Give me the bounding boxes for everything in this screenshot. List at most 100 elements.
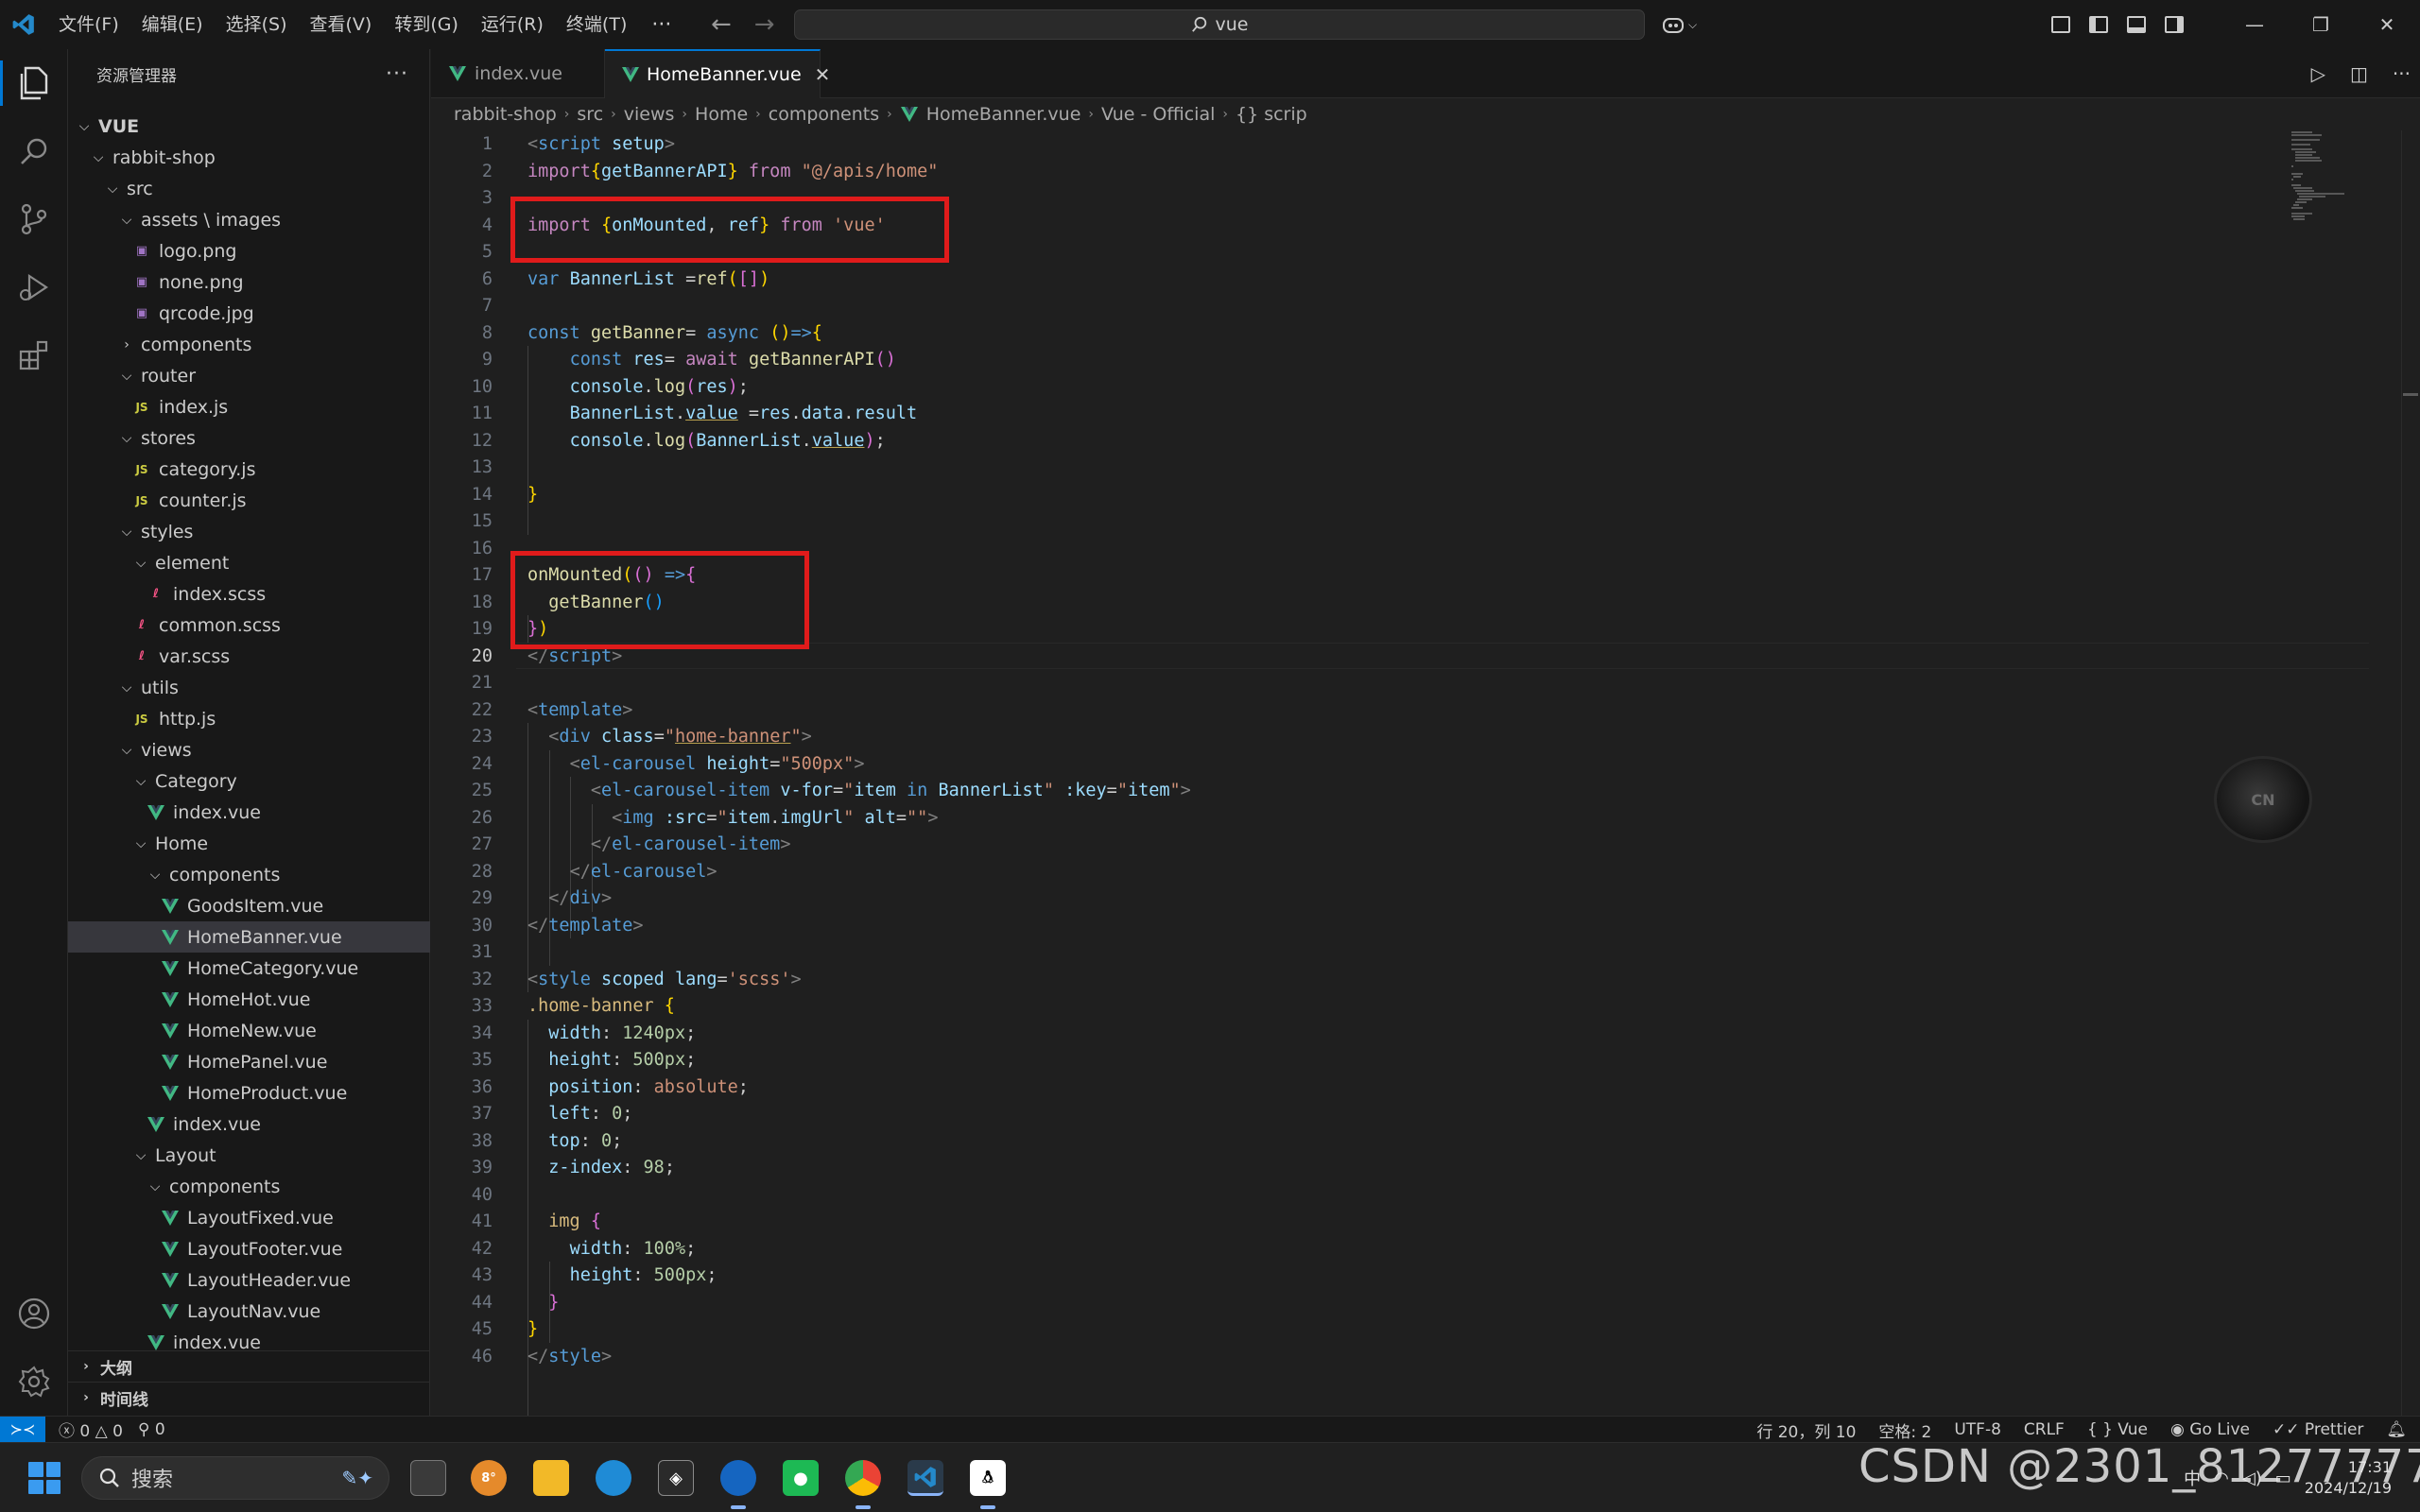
tree-folder[interactable]: ⌵ rabbit-shop [68,142,430,173]
menu-item[interactable]: 编辑(E) [130,8,215,42]
prettier-status[interactable]: ✓✓ Prettier [2273,1420,2363,1439]
file-explorer-icon[interactable] [533,1460,569,1496]
edge-browser-icon[interactable] [596,1460,631,1496]
breadcrumb-item[interactable]: Vue - Official [1101,104,1215,125]
tree-folder[interactable]: ⌵ utils [68,672,430,703]
tree-folder[interactable]: ⌵ Home [68,828,430,859]
forward-arrow-icon[interactable]: → [754,10,775,39]
tree-file[interactable]: ℓ index.scss [68,578,430,610]
outline-section[interactable]: › 大纲 [68,1350,430,1382]
tree-folder[interactable]: ⌵ Category [68,765,430,797]
tree-file[interactable]: HomeProduct.vue [68,1077,430,1108]
task-view-icon[interactable] [410,1460,446,1496]
more-actions-button[interactable]: ··· [386,62,408,86]
tree-folder[interactable]: ⌵ views [68,734,430,765]
remote-indicator-icon[interactable]: ≻≺ [0,1416,45,1443]
chat-app-icon[interactable]: ● [783,1460,819,1496]
tree-file[interactable]: index.vue [68,1108,430,1140]
back-arrow-icon[interactable]: ← [711,10,732,39]
qq-icon[interactable]: 🐧︎ [970,1460,1006,1496]
tree-file[interactable]: ▣ none.png [68,266,430,298]
indentation[interactable]: 空格: 2 [1878,1418,1931,1442]
tree-file[interactable]: LayoutFooter.vue [68,1233,430,1264]
run-icon[interactable]: ▷ [2311,62,2325,85]
menu-item[interactable]: 运行(R) [470,8,555,42]
breadcrumb-item[interactable]: components [769,104,879,125]
tree-file[interactable]: LayoutFixed.vue [68,1202,430,1233]
tree-file[interactable]: HomeCategory.vue [68,953,430,984]
line-ending[interactable]: CRLF [2024,1420,2065,1439]
source-control-icon[interactable] [0,185,68,253]
tree-folder[interactable]: ⌵ element [68,547,430,578]
tree-file[interactable]: ▣ logo.png [68,235,430,266]
problems-indicator[interactable]: ⓧ 0 △ 0 [59,1418,123,1441]
toggle-panel-icon[interactable] [2127,16,2146,33]
tree-file[interactable]: JS counter.js [68,485,430,516]
breadcrumb-item[interactable]: rabbit-shop [454,104,557,125]
tree-file[interactable]: HomeHot.vue [68,984,430,1015]
tree-file[interactable]: ℓ common.scss [68,610,430,641]
ports-indicator[interactable]: ⚲ 0 [138,1420,165,1439]
language-mode[interactable]: { } Vue [2087,1420,2148,1439]
windows-start-icon[interactable] [28,1462,60,1494]
timeline-section[interactable]: › 时间线 [68,1382,430,1413]
tree-file[interactable]: HomeNew.vue [68,1015,430,1046]
tree-folder[interactable]: ⌵ assets \ images [68,204,430,235]
menu-item[interactable]: 选择(S) [215,8,299,42]
breadcrumb-item[interactable]: {} scrip [1236,104,1307,125]
customize-layout-icon[interactable] [2051,16,2070,33]
breadcrumb-item[interactable]: HomeBanner.vue [926,104,1081,125]
copilot-button[interactable]: ⌵ [1662,9,1697,40]
breadcrumb-item[interactable]: Home [695,104,748,125]
minimize-button[interactable]: — [2221,0,2288,49]
search-icon[interactable] [0,117,68,185]
tree-file[interactable]: JS http.js [68,703,430,734]
encoding[interactable]: UTF-8 [1954,1420,2001,1439]
breadcrumb-item[interactable]: views [624,104,675,125]
tab-homebanner-vue[interactable]: HomeBanner.vue ✕ [605,49,830,98]
edge-dev-icon[interactable] [720,1460,756,1496]
run-debug-icon[interactable] [0,253,68,321]
vscode-taskbar-icon[interactable] [908,1460,943,1496]
close-tab-icon[interactable]: ✕ [815,63,831,86]
tree-folder[interactable]: ⌵ components [68,1171,430,1202]
tree-file[interactable]: HomePanel.vue [68,1046,430,1077]
tree-file[interactable]: JS category.js [68,454,430,485]
tree-folder[interactable]: ⌵ Layout [68,1140,430,1171]
close-window-button[interactable]: ✕ [2354,0,2420,49]
tree-file[interactable]: ℓ var.scss [68,641,430,672]
cursor-position[interactable]: 行 20，列 10 [1756,1418,1856,1442]
extensions-icon[interactable] [0,321,68,389]
split-editor-icon[interactable]: ◫ [2350,62,2368,85]
menu-item[interactable]: 转到(G) [383,8,470,42]
settings-gear-icon[interactable] [0,1348,68,1416]
tree-file[interactable]: ▣ qrcode.jpg [68,298,430,329]
toggle-primary-sidebar-icon[interactable] [2089,16,2108,33]
accounts-icon[interactable] [0,1280,68,1348]
editor-scrollbar[interactable] [2401,130,2420,1416]
tree-file[interactable]: LayoutHeader.vue [68,1264,430,1296]
tree-file[interactable]: JS index.js [68,391,430,422]
taskbar-search[interactable]: 搜索 ✎✦ [81,1456,389,1500]
app-cube-icon[interactable]: ◈ [658,1460,694,1496]
menu-item[interactable]: 终端(T) [555,8,638,42]
command-center-search[interactable]: vue [794,9,1645,40]
tree-file[interactable]: LayoutNav.vue [68,1296,430,1327]
tree-folder[interactable]: ⌵ components [68,859,430,890]
go-live-button[interactable]: ◉ Go Live [2170,1420,2250,1439]
tree-file[interactable]: index.vue [68,797,430,828]
toggle-secondary-sidebar-icon[interactable] [2165,16,2184,33]
tree-folder[interactable]: ⌵ stores [68,422,430,454]
tree-folder[interactable]: › components [68,329,430,360]
breadcrumb-item[interactable]: src [577,104,603,125]
tree-file[interactable]: GoodsItem.vue [68,890,430,921]
tree-file[interactable]: HomeBanner.vue [68,921,430,953]
tree-folder[interactable]: ⌵ styles [68,516,430,547]
more-actions-icon[interactable]: ··· [2393,62,2411,85]
tab-index-vue[interactable]: index.vue [431,49,605,98]
explorer-icon[interactable] [0,49,68,117]
tree-folder[interactable]: ⌵ src [68,173,430,204]
menu-item[interactable]: 文件(F) [47,8,130,42]
notifications-bell-icon[interactable]: 🔔︎ [2386,1420,2407,1439]
menu-item[interactable]: 查看(V) [299,8,384,42]
